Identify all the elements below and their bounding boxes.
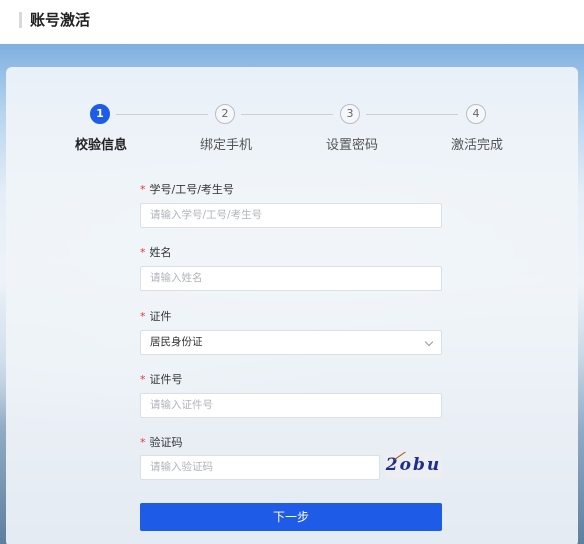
step-3-circle: 3 (340, 104, 360, 124)
student-id-label: * 学号/工号/考生号 (140, 181, 234, 197)
step-2-circle: 2 (215, 104, 235, 124)
student-id-label-text: 学号/工号/考生号 (149, 183, 234, 196)
document-type-select[interactable]: 居民身份证 (140, 330, 442, 355)
name-input[interactable]: 请输入姓名 (140, 266, 442, 291)
page-title: 账号激活 (30, 11, 91, 29)
captcha-label: * 验证码 (140, 434, 183, 450)
document-type-value: 居民身份证 (150, 336, 203, 348)
document-number-label-text: 证件号 (149, 373, 183, 386)
name-label: * 姓名 (140, 244, 172, 260)
document-type-label: * 证件 (140, 308, 172, 324)
step-2-label: 绑定手机 (199, 138, 252, 153)
required-mark: * (140, 310, 146, 323)
step-1-label: 校验信息 (74, 138, 127, 153)
document-type-label-text: 证件 (149, 310, 172, 323)
required-mark: * (140, 246, 146, 259)
step-connector-2 (241, 114, 333, 115)
document-number-label: * 证件号 (140, 371, 183, 387)
next-step-button[interactable]: 下一步 (140, 503, 442, 531)
required-mark: * (140, 183, 146, 196)
step-4-label: 激活完成 (450, 138, 503, 153)
step-connector-1 (116, 114, 208, 115)
step-1-circle: 1 (90, 104, 110, 124)
step-connector-3 (366, 114, 458, 115)
captcha-image[interactable]: 2obu (385, 452, 442, 479)
required-mark: * (140, 373, 146, 386)
chevron-down-icon (424, 337, 434, 347)
top-bar: 账号激活 (0, 0, 584, 44)
title-accent-bar (19, 12, 22, 28)
captcha-label-text: 验证码 (149, 436, 183, 449)
step-3-label: 设置密码 (325, 138, 378, 153)
document-number-input[interactable]: 请输入证件号 (140, 393, 442, 418)
student-id-input[interactable]: 请输入学号/工号/考生号 (140, 203, 442, 228)
required-mark: * (140, 436, 146, 449)
name-label-text: 姓名 (149, 246, 172, 259)
step-4-circle: 4 (466, 104, 486, 124)
captcha-input[interactable]: 请输入验证码 (140, 455, 380, 480)
